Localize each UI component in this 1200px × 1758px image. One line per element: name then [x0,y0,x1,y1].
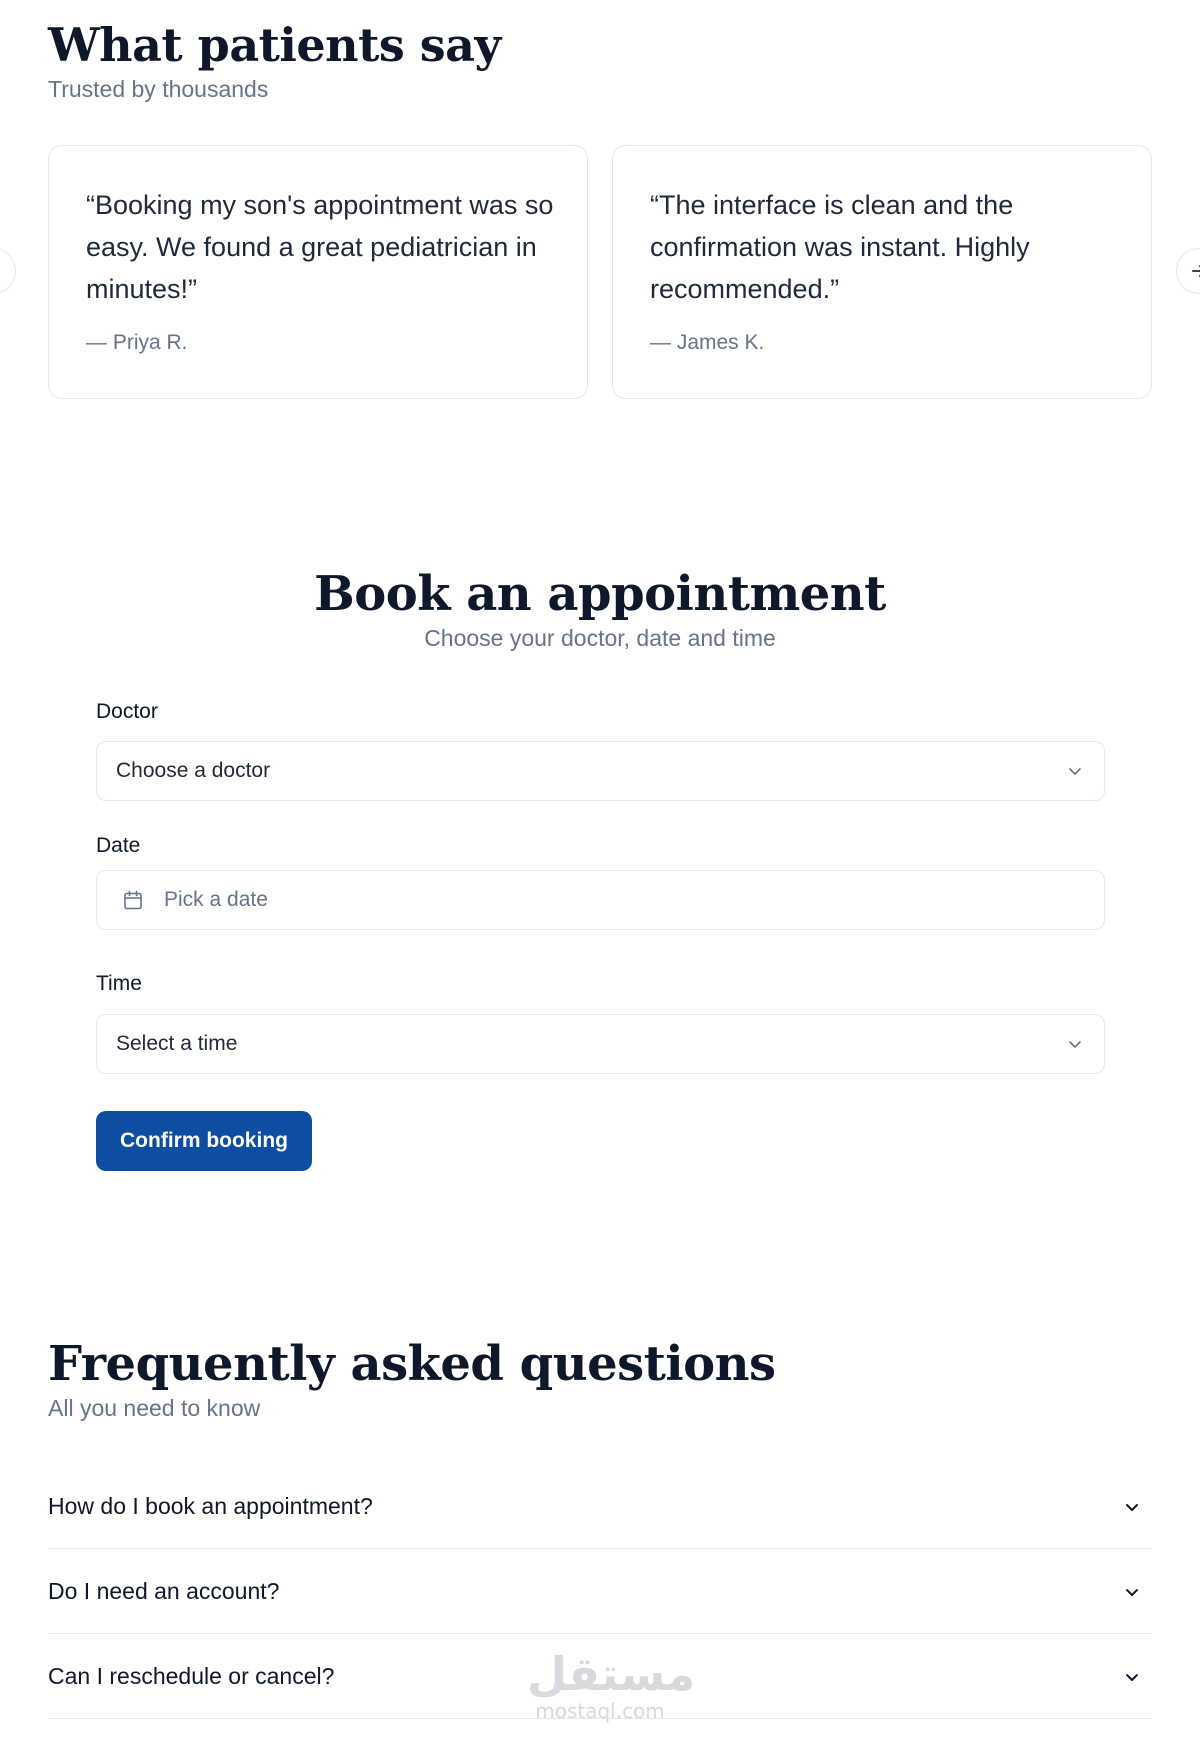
time-label: Time [96,972,142,995]
testimonial-author: — Priya R. [86,331,188,354]
doctor-select[interactable]: Choose a doctor [96,741,1105,801]
faq-item[interactable]: How do I book an appointment? [48,1464,1152,1549]
faq-title: Frequently asked questions [48,1336,776,1392]
faq-item[interactable]: Do I need an account? [48,1549,1152,1634]
time-select[interactable]: Select a time [96,1014,1105,1074]
booking-subtitle: Choose your doctor, date and time [424,625,776,651]
watermark: مستقل mostaql.com [527,1647,696,1723]
confirm-booking-button[interactable]: Confirm booking [96,1111,312,1171]
testimonial-author: — James K. [650,331,765,354]
doctor-select-value: Choose a doctor [116,759,271,782]
testimonial-card: “The interface is clean and the confirma… [612,145,1152,399]
testimonials-subtitle: Trusted by thousands [48,76,269,102]
faq-question: Can I reschedule or cancel? [48,1662,335,1689]
testimonial-quote: “Booking my son's appointment was so eas… [86,190,554,304]
watermark-arabic: مستقل [527,1647,696,1701]
arrow-left-icon [0,261,3,281]
doctor-label: Doctor [96,700,158,723]
date-picker-placeholder: Pick a date [164,888,268,911]
time-select-value: Select a time [116,1032,238,1055]
testimonial-quote: “The interface is clean and the confirma… [650,190,1030,304]
arrow-right-icon [1192,265,1200,277]
faq-subtitle: All you need to know [48,1395,261,1421]
testimonial-card: “Booking my son's appointment was so eas… [48,145,588,399]
date-picker[interactable]: Pick a date [96,870,1105,930]
carousel-next-button[interactable] [1176,248,1200,294]
chevron-down-icon [1126,1504,1138,1511]
booking-title: Book an appointment [314,566,886,622]
chevron-down-icon [1126,1674,1138,1681]
calendar-icon [124,890,142,910]
date-label: Date [96,834,141,857]
carousel-prev-button[interactable] [0,248,16,294]
faq-question: Do I need an account? [48,1577,280,1604]
chevron-down-icon [1069,768,1081,775]
watermark-latin: mostaql.com [535,1699,665,1723]
testimonials-title: What patients say [48,18,501,72]
chevron-down-icon [1069,1041,1081,1048]
chevron-down-icon [1126,1589,1138,1596]
faq-question: How do I book an appointment? [48,1492,373,1519]
